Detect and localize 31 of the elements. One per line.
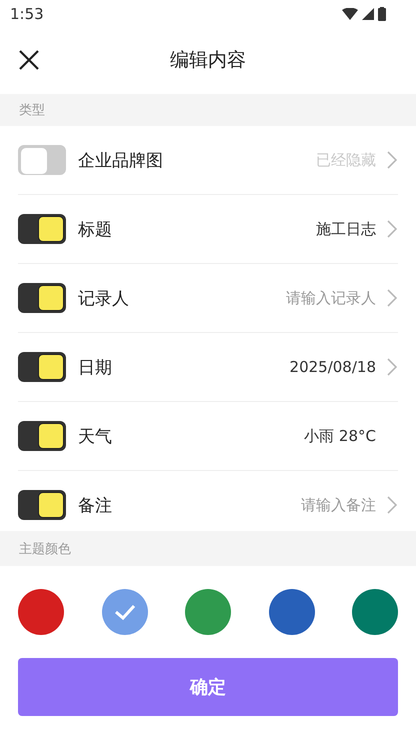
- row-value[interactable]: 小雨 28°C: [304, 426, 376, 446]
- row-label: 日期: [78, 356, 113, 378]
- toggle-switch[interactable]: [18, 283, 66, 313]
- placeholder-text[interactable]: 请输入记录人: [286, 288, 376, 308]
- row-label: 记录人: [78, 288, 130, 310]
- row-label: 备注: [78, 494, 113, 516]
- color-swatch[interactable]: [268, 589, 314, 635]
- wifi-icon: [342, 8, 358, 20]
- row-label: 天气: [78, 426, 113, 448]
- toggle-switch[interactable]: [18, 352, 66, 382]
- section-header: 类型: [0, 94, 416, 126]
- confirm-button[interactable]: 确定: [18, 658, 398, 716]
- section-header: 主题颜色: [0, 531, 416, 566]
- color-swatch[interactable]: [102, 589, 148, 635]
- toggle-switch[interactable]: [18, 490, 66, 520]
- row-label: 标题: [78, 218, 113, 240]
- status-time: 1:53: [10, 5, 44, 23]
- page-title: 编辑内容: [170, 48, 246, 73]
- row-value[interactable]: 2025/08/18: [290, 358, 376, 376]
- row-label: 企业品牌图: [78, 150, 164, 172]
- placeholder-text[interactable]: 请输入备注: [301, 496, 376, 514]
- toggle-switch[interactable]: [18, 145, 66, 175]
- toggle-switch[interactable]: [18, 421, 66, 451]
- toggle-switch[interactable]: [18, 214, 66, 244]
- row-value[interactable]: 施工日志: [316, 220, 376, 238]
- signal-icon: [362, 8, 374, 20]
- color-swatch[interactable]: [352, 589, 398, 635]
- color-swatch[interactable]: [185, 589, 231, 635]
- battery-icon: [378, 7, 386, 21]
- color-swatch[interactable]: [18, 589, 64, 635]
- close-icon[interactable]: [18, 50, 40, 70]
